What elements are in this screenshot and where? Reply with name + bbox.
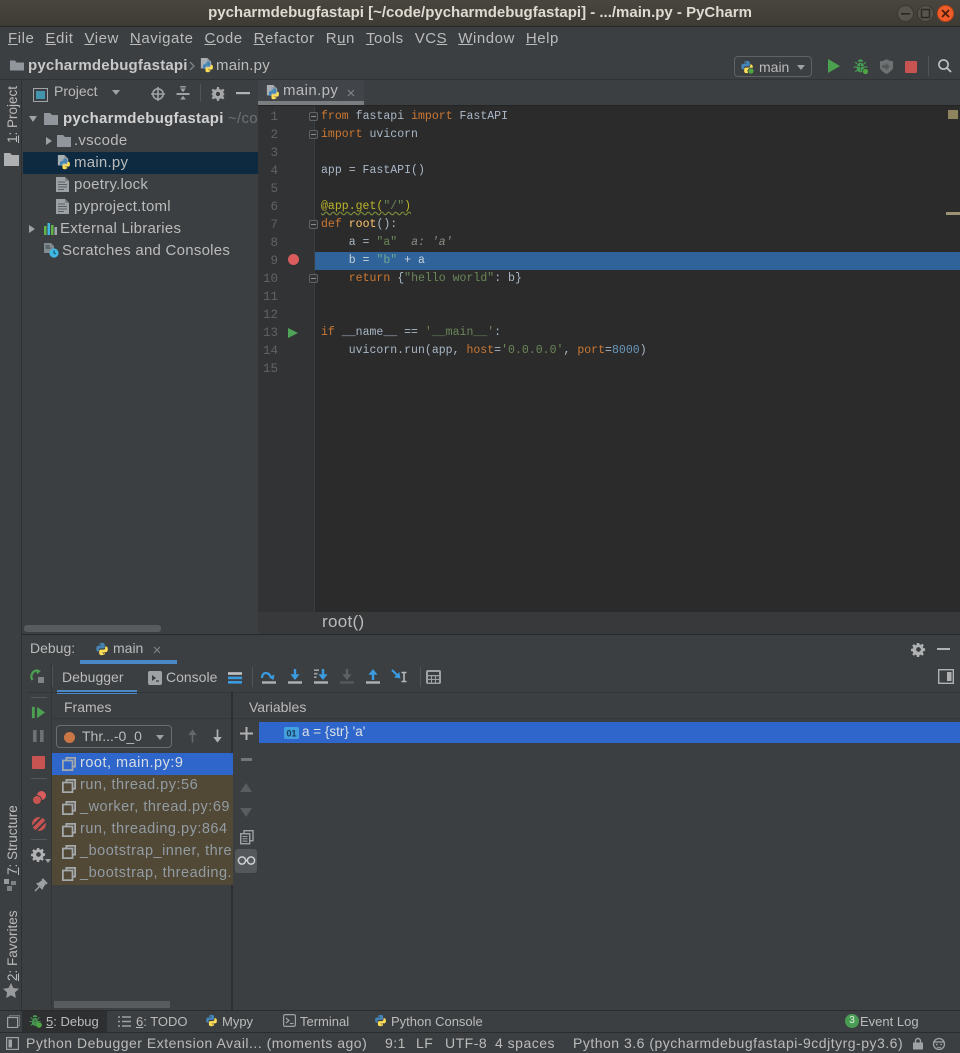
svg-text:01: 01 [286, 729, 296, 739]
